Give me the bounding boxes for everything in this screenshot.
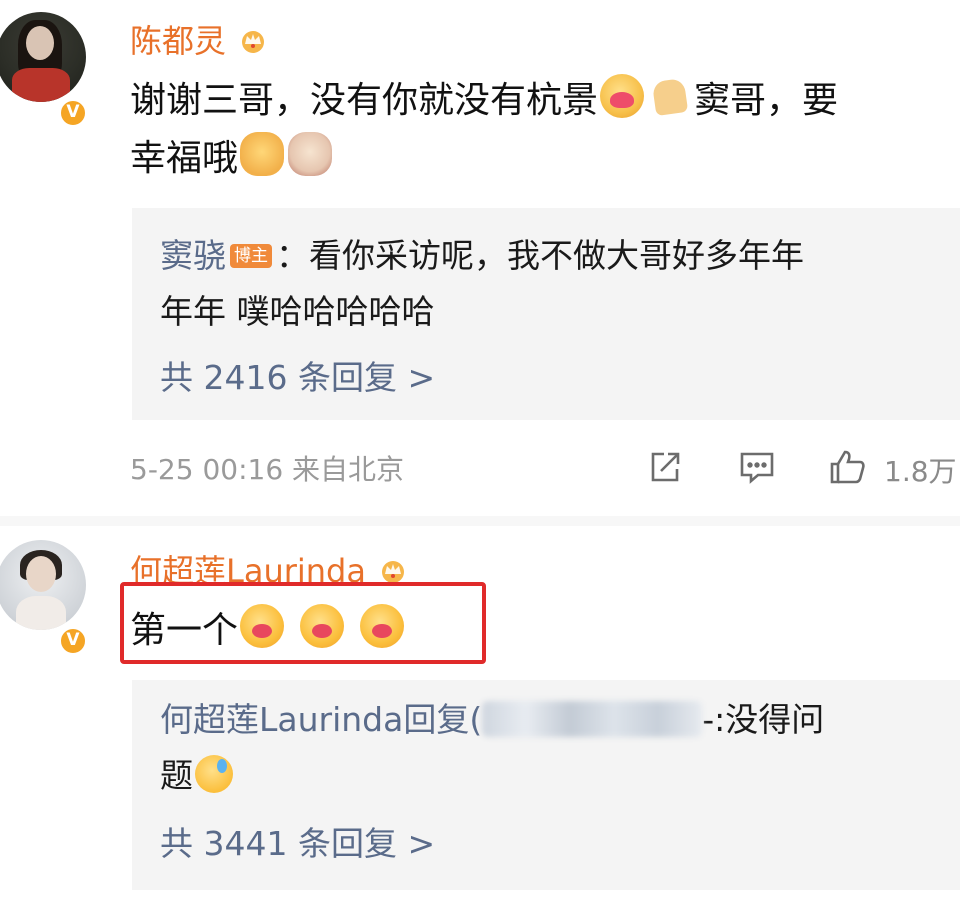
reply-mention-prefix: ( bbox=[469, 700, 483, 739]
view-replies-link[interactable]: 共 2416 条回复 > bbox=[160, 350, 435, 406]
reply-preview[interactable]: 窦骁 博主 ：看你采访呢，我不做大哥好多年年 年年 噗哈哈哈哈哈 共 2416 条回… bbox=[132, 208, 960, 420]
like-icon[interactable] bbox=[828, 448, 866, 486]
comment-icon[interactable] bbox=[738, 448, 776, 486]
crown-icon bbox=[242, 31, 265, 53]
love-emoji-icon bbox=[600, 74, 645, 118]
reply-line: 题 bbox=[160, 748, 235, 804]
crown-icon bbox=[381, 561, 404, 583]
reply-line: 年年 噗哈哈哈哈哈 bbox=[160, 284, 435, 340]
avatar-body bbox=[16, 596, 66, 630]
view-replies-link[interactable]: 共 3441 条回复 > bbox=[160, 816, 435, 872]
sweat-emoji-icon bbox=[195, 755, 233, 793]
reply-author[interactable]: 窦骁 bbox=[160, 236, 226, 275]
reply-text: 年年 噗哈哈哈哈哈 bbox=[160, 292, 435, 331]
comment-text-line: 谢谢三哥，没有你就没有杭景 窦哥，要 bbox=[130, 72, 838, 130]
verified-v-icon: V bbox=[58, 98, 88, 128]
reply-text: ：看你采访呢，我不做大哥好多年年 bbox=[276, 236, 804, 275]
share-icon[interactable] bbox=[646, 448, 684, 486]
comment-text-tail: 窦哥，要 bbox=[694, 80, 839, 121]
avatar-face bbox=[26, 556, 56, 592]
comment-text-line: 幸福哦 bbox=[130, 130, 334, 188]
reply-line: 窦骁 博主 ：看你采访呢，我不做大哥好多年年 bbox=[160, 228, 804, 284]
comment-text: 幸福哦 bbox=[130, 138, 239, 179]
comment-author[interactable]: 陈都灵 bbox=[130, 16, 268, 62]
reply-text: -:没得问 bbox=[702, 700, 825, 739]
verified-v-icon: V bbox=[58, 626, 88, 656]
praying-hands-emoji-icon bbox=[648, 74, 692, 118]
avatar[interactable] bbox=[0, 540, 86, 630]
blurred-username bbox=[482, 701, 703, 737]
blogger-tag: 博主 bbox=[230, 244, 272, 268]
comment-text: 谢谢三哥，没有你就没有杭景 bbox=[130, 80, 599, 121]
author-name[interactable]: 陈都灵 bbox=[130, 22, 226, 60]
reply-text: 题 bbox=[160, 756, 193, 795]
reply-line: 何超莲Laurinda回复( -:没得问 bbox=[160, 692, 824, 748]
comment-divider bbox=[0, 516, 960, 526]
highlight-box bbox=[120, 582, 486, 664]
avatar-face bbox=[26, 26, 54, 60]
cat-emoji-icon bbox=[240, 132, 285, 176]
reply-text: 何超莲Laurinda回复 bbox=[160, 700, 470, 739]
avatar[interactable] bbox=[0, 12, 86, 102]
frog-emoji-icon bbox=[288, 132, 333, 176]
like-count: 1.8万 bbox=[884, 455, 957, 488]
reply-preview[interactable]: 何超莲Laurinda回复( -:没得问 题 共 3441 条回复 > bbox=[132, 680, 960, 890]
comment-meta: 5-25 00:16 来自北京 bbox=[130, 453, 405, 486]
avatar-body bbox=[12, 68, 70, 102]
